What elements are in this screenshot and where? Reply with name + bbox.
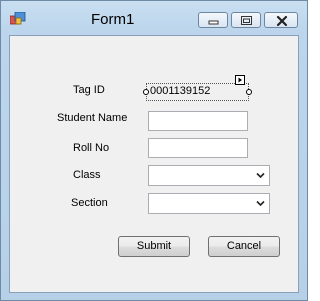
minimize-icon	[208, 20, 219, 25]
tag-id-selection[interactable]: 0001139152	[146, 83, 249, 101]
tag-id-label: Tag ID	[73, 84, 105, 96]
minimize-button[interactable]	[198, 12, 228, 28]
roll-no-field[interactable]	[148, 138, 248, 158]
maximize-icon	[241, 16, 252, 25]
chevron-down-icon	[256, 200, 265, 207]
cancel-button[interactable]: Cancel	[208, 236, 280, 257]
class-label: Class	[73, 169, 101, 181]
chevron-down-icon	[256, 172, 265, 179]
close-icon	[276, 15, 288, 27]
section-dropdown[interactable]	[148, 193, 270, 214]
student-name-field[interactable]	[148, 111, 248, 131]
title-bar[interactable]: Form1	[1, 1, 307, 35]
roll-no-label: Roll No	[73, 142, 110, 154]
maximize-button[interactable]	[231, 12, 261, 28]
tag-id-value: 0001139152	[150, 85, 211, 97]
window-title: Form1	[91, 11, 135, 28]
student-name-label: Student Name	[57, 112, 128, 124]
form-window: Form1 Tag ID 0001139152 Student Name Rol…	[0, 0, 308, 301]
submit-button[interactable]: Submit	[118, 236, 190, 257]
section-label: Section	[71, 197, 108, 209]
resize-handle-left[interactable]	[143, 89, 149, 95]
class-dropdown[interactable]	[148, 165, 270, 186]
close-button[interactable]	[264, 12, 298, 28]
form-client-area: Tag ID 0001139152 Student Name Roll No C…	[9, 35, 299, 293]
resize-handle-right[interactable]	[246, 89, 252, 95]
app-icon	[9, 11, 26, 26]
smart-tag-icon[interactable]	[235, 75, 245, 85]
